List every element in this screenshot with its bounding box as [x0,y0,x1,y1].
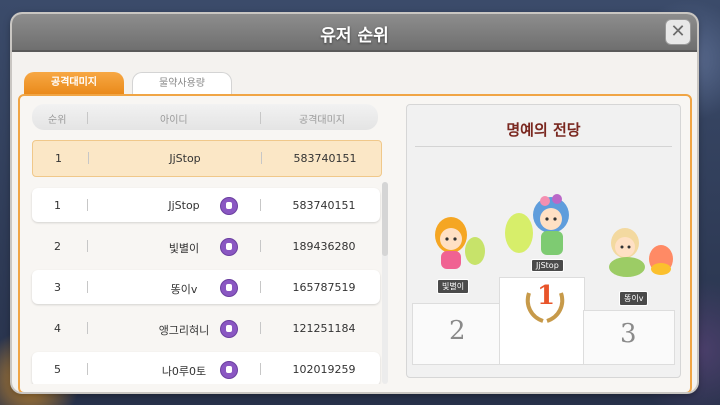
damage-cell: 583740151 [293,152,357,165]
id-cell: JjStop [169,152,201,165]
table-row[interactable]: 2 빛별이 189436280 [32,229,380,263]
rank-cell: 1 [55,152,62,165]
profile-badge-icon[interactable] [220,238,238,256]
title-bar: 유저 순위 ✕ [12,14,697,52]
rank-cell: 5 [54,363,61,376]
table-row[interactable]: 5 나0루0토 102019259 [32,352,380,384]
profile-badge-icon[interactable] [220,320,238,338]
second-place-character [435,217,485,269]
profile-badge-icon[interactable] [220,197,238,215]
divider [87,199,88,211]
table-header: 순위 아이디 공격대미지 [32,104,378,130]
divider [260,281,261,293]
tab-potion-usage[interactable]: 물약사용량 [132,72,232,95]
damage-cell: 583740151 [292,199,356,212]
table-row[interactable]: 4 앵그리혀니 121251184 [32,311,380,345]
rank-cell: 3 [54,281,61,294]
first-place-character [505,194,569,255]
divider [260,112,261,124]
divider [87,240,88,252]
user-ranking-window: 유저 순위 ✕ 공격대미지 물약사용량 순위 아이디 공격대미지 1 JjSto… [12,14,697,392]
divider [260,363,261,375]
podium-second: 2 [412,303,506,365]
divider [260,240,261,252]
window-title: 유저 순위 [320,26,389,46]
damage-cell: 121251184 [292,322,356,335]
damage-cell: 102019259 [292,363,356,376]
profile-badge-icon[interactable] [220,361,238,379]
hall-of-fame-panel: 명예의 전당 JjStop 빛별이 똥이v 2 1 3 [406,104,681,378]
divider [87,322,88,334]
divider [415,146,672,147]
content-panel: 순위 아이디 공격대미지 1 JjStop 583740151 1 JjStop… [18,94,692,392]
close-button[interactable]: ✕ [665,19,691,45]
rank-cell: 2 [54,240,61,253]
first-place-number: 1 [537,281,556,311]
hall-of-fame-title: 명예의 전당 [506,121,581,139]
table-row[interactable]: 1 JjStop 583740151 [32,188,380,222]
divider [260,322,261,334]
damage-cell: 189436280 [292,240,356,253]
damage-cell: 165787519 [292,281,356,294]
divider [260,199,261,211]
first-place-name: JjStop [531,259,564,272]
second-place-name: 빛별이 [437,279,470,294]
rank-cell: 4 [54,322,61,335]
scrollbar-thumb[interactable] [382,182,388,256]
table-row[interactable]: 3 똥이v 165787519 [32,270,380,304]
divider [88,152,89,164]
close-icon: ✕ [670,21,686,42]
third-place-number: 3 [620,319,637,349]
header-damage: 공격대미지 [299,115,345,126]
profile-badge-icon[interactable] [220,279,238,297]
divider [87,112,88,124]
tab-attack-damage[interactable]: 공격대미지 [24,72,124,94]
ranking-list-panel: 순위 아이디 공격대미지 1 JjStop 583740151 1 JjStop… [24,102,394,384]
podium-third: 3 [583,310,675,365]
second-place-number: 2 [449,316,466,346]
divider [87,281,88,293]
divider [87,363,88,375]
header-id: 아이디 [160,115,188,126]
third-place-character [609,228,673,277]
my-rank-row: 1 JjStop 583740151 [32,140,382,177]
rank-cell: 1 [54,199,61,212]
third-place-name: 똥이v [619,291,649,306]
header-rank: 순위 [48,115,67,126]
divider [261,152,262,164]
